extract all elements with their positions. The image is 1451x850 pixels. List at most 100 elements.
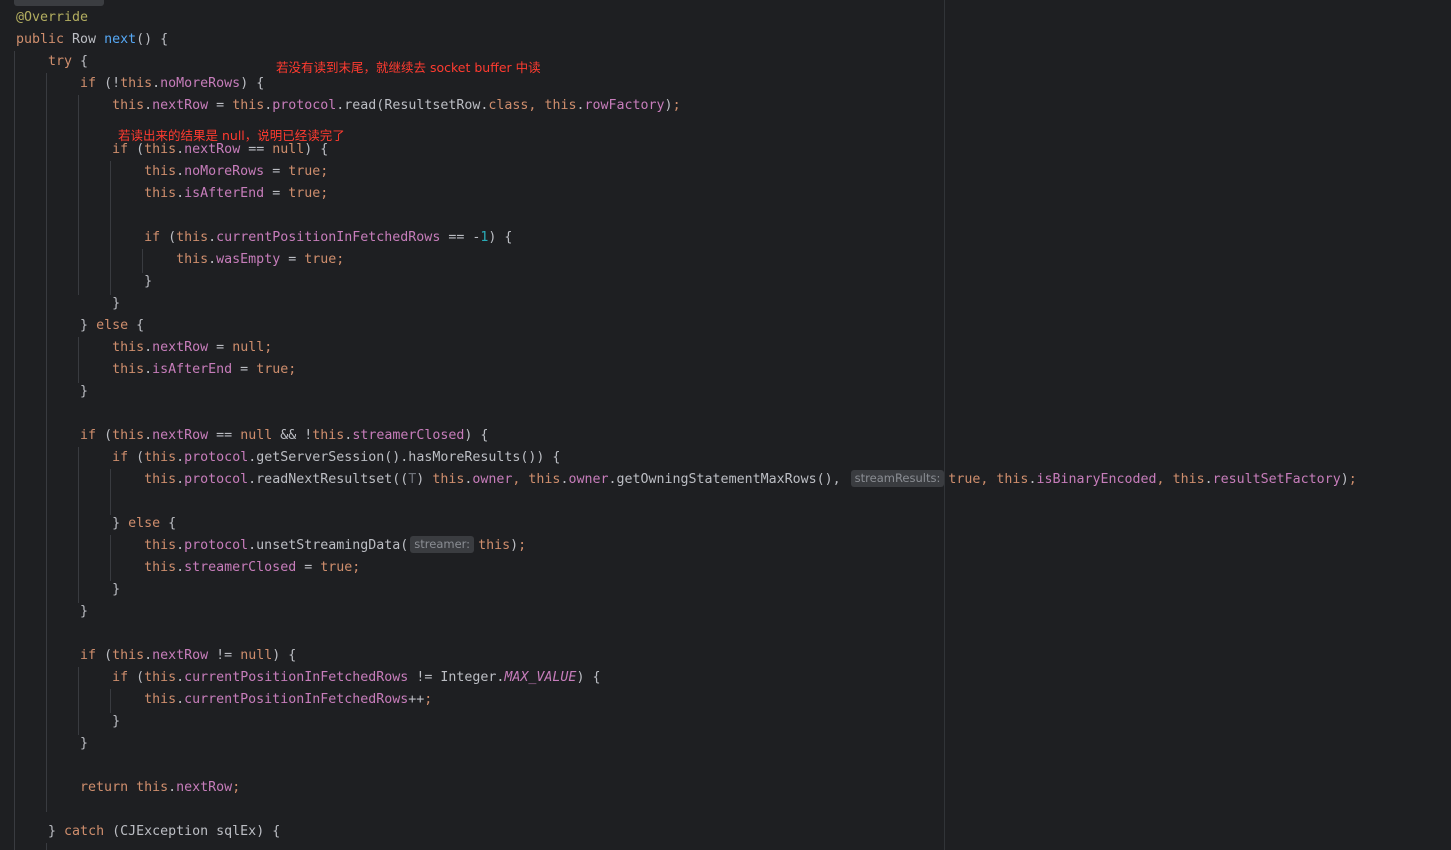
code-token: ) { [488, 230, 513, 245]
code-line[interactable]: } catch (CJException sqlEx) { [16, 821, 280, 843]
code-token: . [176, 560, 185, 575]
code-token: Row [72, 32, 105, 47]
code-token: . [176, 142, 185, 157]
code-token: = [280, 252, 305, 267]
code-token: ( [136, 450, 145, 465]
code-token: this [16, 98, 145, 113]
code-line[interactable]: this.streamerClosed = true; [16, 557, 360, 579]
code-token: nextRow [176, 780, 233, 795]
code-line[interactable]: @Override [16, 7, 88, 29]
folded-annotation-tab[interactable] [14, 0, 104, 6]
code-token: true [320, 560, 353, 575]
code-line[interactable]: this.isAfterEnd = true; [16, 359, 296, 381]
code-token: ( [136, 670, 145, 685]
code-line[interactable]: this.wasEmpty = true; [16, 249, 344, 271]
code-line[interactable]: if (!this.noMoreRows) { [16, 73, 264, 95]
code-token: MAX_VALUE [504, 670, 577, 685]
code-token: , [1156, 472, 1173, 487]
code-line[interactable]: if (this.nextRow == null && !this.stream… [16, 425, 488, 447]
code-token: != [208, 648, 241, 663]
code-line[interactable]: try { [16, 51, 88, 73]
code-token: ; [288, 362, 297, 377]
code-line[interactable]: public Row next() { [16, 29, 168, 51]
code-token: . [176, 164, 185, 179]
code-token: this [232, 98, 265, 113]
code-token: ; [424, 692, 433, 707]
code-line[interactable]: } [16, 579, 120, 601]
code-line[interactable]: this.nextRow = this.protocol.read(Result… [16, 95, 681, 117]
code-token: (! [104, 76, 121, 91]
code-line[interactable]: if (this.nextRow != null) { [16, 645, 296, 667]
code-token: this [16, 252, 209, 267]
code-line[interactable]: if (this.protocol.getServerSession().has… [16, 447, 560, 469]
code-token: . [176, 472, 185, 487]
code-line[interactable]: this.noMoreRows = true; [16, 161, 328, 183]
code-token: this [1172, 472, 1205, 487]
code-line[interactable]: this.protocol.unsetStreamingData(streame… [16, 535, 526, 557]
parameter-hint: streamResults: [850, 470, 945, 487]
code-token: = [264, 164, 289, 179]
code-line[interactable]: if (this.currentPositionInFetchedRows !=… [16, 667, 600, 689]
code-line[interactable]: } [16, 733, 88, 755]
code-token: . [176, 538, 185, 553]
code-token: } [16, 604, 89, 619]
code-token: if [16, 428, 105, 443]
code-token: } [16, 714, 121, 729]
code-token: , [528, 98, 545, 113]
code-token: streamerClosed [352, 428, 465, 443]
code-token: ( [168, 230, 177, 245]
code-line[interactable]: } [16, 293, 120, 315]
code-token: ( [104, 428, 113, 443]
code-token: true [288, 186, 321, 201]
code-line[interactable]: } [16, 381, 88, 403]
code-token: isBinaryEncoded [1036, 472, 1157, 487]
code-token: .getOwningStatementMaxRows(), [608, 472, 849, 487]
code-token: ; [1348, 472, 1357, 487]
code-token: = [208, 98, 233, 113]
code-editor[interactable]: @Override public Row next() { try { if (!… [0, 0, 1451, 850]
code-token: = [232, 362, 257, 377]
code-token: owner [472, 472, 513, 487]
code-line[interactable]: return this.nextRow; [16, 777, 240, 799]
code-token: ; [232, 780, 241, 795]
code-token: != Integer. [408, 670, 505, 685]
code-token: nextRow [184, 142, 241, 157]
code-token: @Override [16, 10, 89, 25]
code-token: true [256, 362, 289, 377]
code-line[interactable]: this.nextRow = null; [16, 337, 272, 359]
code-token: ) { [304, 142, 329, 157]
code-line[interactable]: this.isAfterEnd = true; [16, 183, 328, 205]
code-line[interactable]: } [16, 711, 120, 733]
code-token: this [16, 538, 177, 553]
code-line[interactable]: this.protocol.readNextResultset((T) this… [16, 469, 1357, 491]
indent-guide [14, 51, 15, 850]
code-token: protocol [272, 98, 337, 113]
code-token: .unsetStreamingData( [248, 538, 409, 553]
code-line[interactable]: } [16, 271, 152, 293]
code-token: true [948, 472, 981, 487]
code-token: () { [136, 32, 169, 47]
code-token: nextRow [152, 98, 209, 113]
code-line[interactable]: } else { [16, 315, 144, 337]
code-token: ; [518, 538, 527, 553]
code-token: . [176, 670, 185, 685]
code-token: null [232, 340, 265, 355]
code-token: next [104, 32, 137, 47]
code-token: this [16, 692, 177, 707]
code-token: streamerClosed [184, 560, 297, 575]
code-token: this [478, 538, 511, 553]
code-line[interactable]: } else { [16, 513, 176, 535]
code-line[interactable]: if (this.currentPositionInFetchedRows ==… [16, 227, 512, 249]
code-token: ; [264, 340, 273, 355]
code-line[interactable]: this.currentPositionInFetchedRows++; [16, 689, 432, 711]
code-token: ) { [240, 76, 265, 91]
code-token: ) { [272, 648, 297, 663]
code-token: this [16, 560, 177, 575]
code-token: . [144, 428, 153, 443]
code-line[interactable]: } [16, 601, 88, 623]
code-token: if [16, 230, 169, 245]
code-token: if [16, 450, 137, 465]
code-token: catch [64, 824, 113, 839]
code-token: protocol [184, 538, 249, 553]
code-token: ; [672, 98, 681, 113]
